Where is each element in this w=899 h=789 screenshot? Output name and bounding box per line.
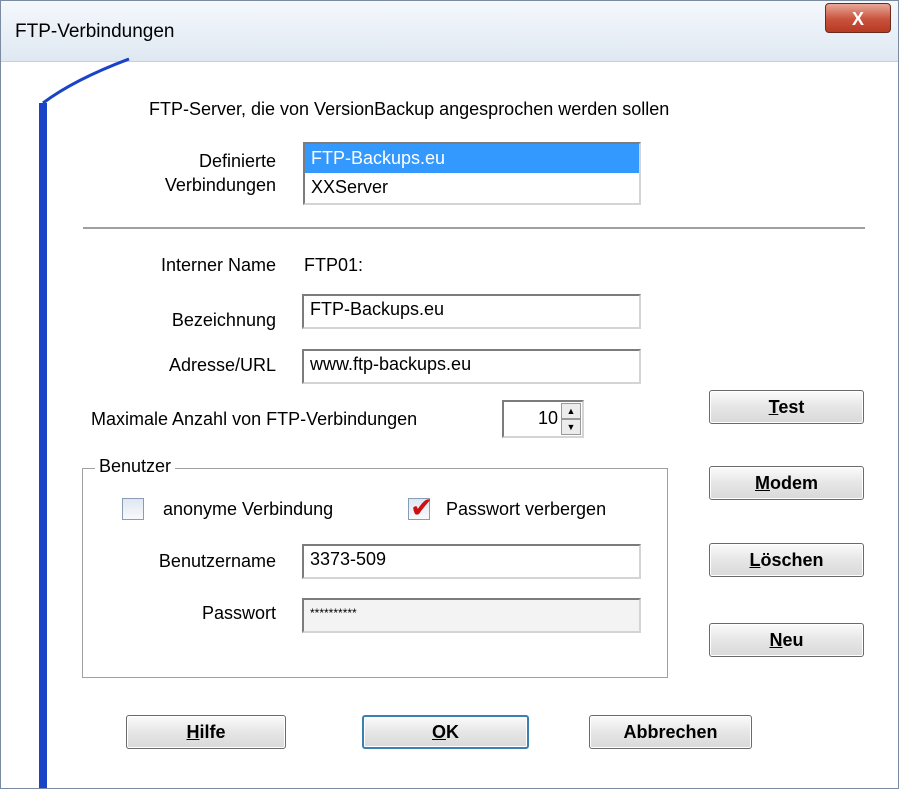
list-item-ftp-backups[interactable]: FTP-Backups.eu [305,144,639,173]
abbrechen-label: Abbrechen [623,722,718,742]
ok-button[interactable]: OK [362,715,529,749]
loeschen-label: öschen [760,550,824,570]
header-text: FTP-Server, die von VersionBackup angesp… [149,99,670,119]
loeschen-mnemonic: L [749,550,761,570]
anonymous-checkbox[interactable] [122,498,144,520]
password-field[interactable]: ********** [302,598,641,633]
username-label: Benutzername [158,551,276,571]
separator [83,227,865,229]
bezeichnung-label: Bezeichnung [171,310,276,330]
internal-name-label: Interner Name [160,255,276,275]
neu-button[interactable]: Neu [709,623,864,657]
spinner-up-icon[interactable]: ▲ [561,403,581,419]
hilfe-label: ilfe [199,722,226,742]
ftp-connections-dialog: FTP-Verbindungen X FTP-Server, die von V… [0,0,899,789]
close-icon: X [851,9,864,29]
password-label: Passwort [201,603,276,623]
decorative-accent-bar [39,103,47,788]
connections-list[interactable]: FTP-Backups.eu XXServer [303,142,641,205]
hilfe-button[interactable]: Hilfe [126,715,286,749]
abbrechen-button[interactable]: Abbrechen [589,715,752,749]
checkmark-icon: ✔ [410,491,434,524]
username-field[interactable]: 3373-509 [302,544,641,579]
max-connections-label: Maximale Anzahl von FTP-Verbindungen [91,409,418,429]
window-title: FTP-Verbindungen [15,21,175,42]
connections-label-line1: Definierte [198,151,276,171]
test-button[interactable]: Test [709,390,864,424]
neu-label: eu [782,630,804,650]
adresse-field[interactable]: www.ftp-backups.eu [302,349,641,384]
modem-mnemonic: M [754,473,770,493]
internal-name-value: FTP01: [304,255,364,275]
modem-label: odem [769,473,818,493]
max-connections-spinner[interactable]: 10 ▲ ▼ [502,400,584,438]
spinner-down-icon[interactable]: ▼ [561,419,581,435]
spinner-buttons: ▲ ▼ [561,403,581,435]
close-button[interactable]: X [825,3,891,33]
modem-button[interactable]: Modem [709,466,864,500]
adresse-label: Adresse/URL [168,355,276,375]
connections-label: Definierte Verbindungen [151,149,276,197]
connections-label-line2: Verbindungen [164,175,276,195]
title-bar[interactable]: FTP-Verbindungen X [1,1,898,62]
loeschen-button[interactable]: Löschen [709,543,864,577]
ok-mnemonic: O [431,722,446,742]
neu-mnemonic: N [769,630,783,650]
test-mnemonic: T [768,397,779,417]
hide-password-label[interactable]: Passwort verbergen [446,499,606,520]
ok-label: K [446,722,459,742]
decorative-swoosh [42,57,130,105]
hilfe-mnemonic: H [186,722,200,742]
max-connections-value: 10 [537,408,558,428]
bezeichnung-field[interactable]: FTP-Backups.eu [302,294,641,329]
benutzer-group-label: Benutzer [95,456,176,477]
anonymous-label[interactable]: anonyme Verbindung [163,499,333,520]
hide-password-checkbox[interactable]: ✔ [408,491,433,524]
test-label: est [778,397,805,417]
list-item-xxserver[interactable]: XXServer [305,173,639,202]
